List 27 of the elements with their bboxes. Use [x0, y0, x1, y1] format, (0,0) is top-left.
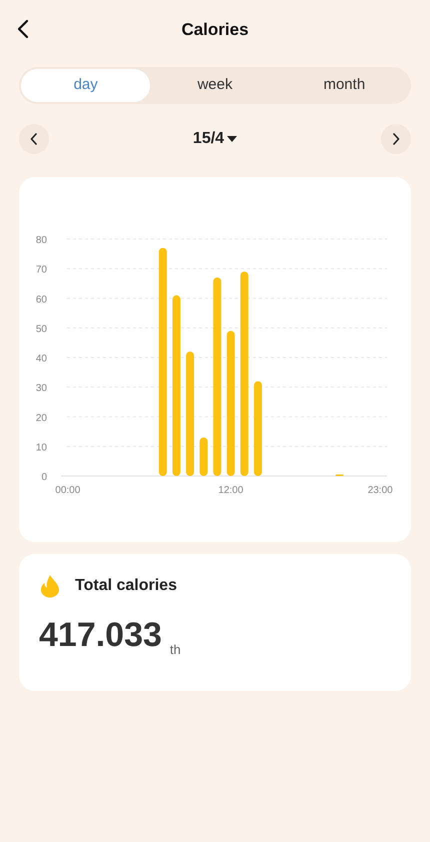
y-axis-label: 60	[36, 294, 47, 306]
chevron-left-icon	[30, 133, 38, 145]
total-value: 417.033	[39, 618, 162, 652]
y-axis-label: 70	[36, 264, 47, 276]
period-tab[interactable]: week	[150, 69, 280, 102]
caret-icon	[227, 136, 238, 142]
next-button[interactable]	[380, 124, 411, 154]
total-label: Total calories	[75, 576, 177, 596]
x-axis-label: 12:00	[218, 485, 244, 496]
y-axis-label: 50	[36, 324, 47, 335]
page-title: Calories	[181, 19, 249, 42]
previous-button[interactable]	[19, 124, 49, 154]
date-picker[interactable]: 15/4	[192, 127, 238, 151]
period-tab[interactable]: month	[280, 69, 409, 102]
x-axis-label: 23:00	[368, 485, 393, 496]
y-axis-label: 40	[36, 354, 47, 364]
y-axis-label: 10	[36, 442, 47, 454]
x-axis-label: 00:00	[55, 485, 80, 496]
y-axis-label: 0	[41, 472, 47, 483]
y-axis-label: 80	[36, 235, 47, 246]
bar	[200, 437, 208, 476]
y-axis-label: 20	[36, 412, 47, 424]
y-axis-label: 30	[36, 383, 47, 394]
flame-icon	[39, 574, 61, 598]
chevron-right-icon	[392, 133, 400, 145]
total-unit: th	[170, 643, 181, 656]
period-tab[interactable]: day	[21, 69, 150, 102]
